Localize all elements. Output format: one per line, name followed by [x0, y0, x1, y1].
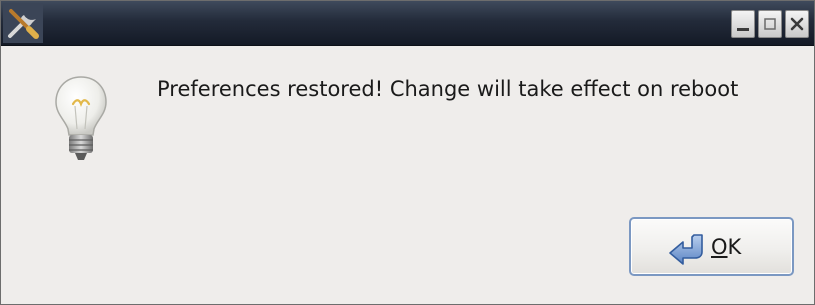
ok-button-label: OK [711, 235, 741, 259]
maximize-icon [764, 18, 776, 30]
return-arrow-icon [669, 234, 703, 265]
maximize-button[interactable] [758, 10, 782, 38]
tools-icon [3, 3, 43, 43]
close-icon [790, 17, 804, 31]
ok-button[interactable]: OK [629, 217, 794, 276]
close-button[interactable] [785, 10, 809, 38]
dialog-message: Preferences restored! Change will take e… [157, 77, 739, 101]
ok-mnemonic: O [711, 235, 728, 259]
dialog-window: Preferences restored! Change will take e… [0, 0, 815, 305]
lightbulb-icon [55, 76, 107, 160]
ok-label-rest: K [727, 235, 742, 259]
minimize-icon [737, 28, 749, 31]
title-bar[interactable] [1, 1, 814, 46]
minimize-button[interactable] [731, 10, 755, 38]
